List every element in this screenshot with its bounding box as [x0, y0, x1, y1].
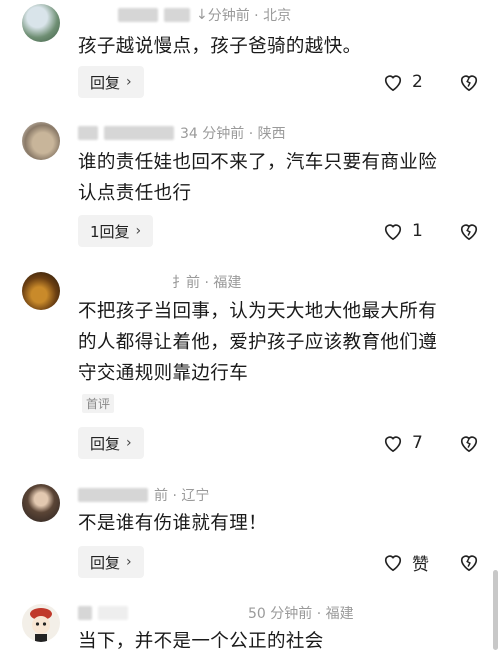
heart-outline-icon — [382, 552, 404, 572]
time-location: 34 分钟前 · 陕西 — [180, 126, 286, 142]
reply-label: 回复 — [90, 553, 121, 572]
reply-label: 1回复 — [90, 222, 130, 241]
heart-outline-icon — [382, 72, 404, 92]
comment-line: 不是谁有伤谁就有理！ — [78, 513, 268, 534]
dislike-button[interactable] — [458, 427, 480, 459]
heart-outline-icon — [382, 433, 404, 453]
comment-meta: 前 · 辽宁 — [78, 486, 209, 504]
avatar[interactable] — [22, 272, 60, 310]
dislike-button[interactable] — [458, 546, 480, 578]
avatar[interactable] — [22, 604, 60, 642]
heart-outline-icon — [382, 221, 404, 241]
time-prefix: 扌 — [172, 275, 186, 291]
avatar[interactable] — [22, 122, 60, 160]
like-count: 赞 — [412, 554, 429, 575]
chevron-right-icon: › — [135, 223, 142, 239]
chevron-right-icon: › — [126, 554, 132, 570]
username-blurred — [118, 8, 158, 22]
username-blurred — [78, 606, 92, 620]
comment-line: 孩子越说慢点，孩子爸骑的越快。 — [78, 36, 362, 57]
like-count: 7 — [412, 433, 423, 453]
broken-heart-icon — [458, 552, 480, 572]
comment-meta: ↓ 分钟前 · 北京 — [118, 6, 291, 24]
comment-meta: 50 分钟前 · 福建 — [78, 604, 354, 622]
like-button[interactable]: 赞 — [382, 546, 429, 578]
broken-heart-icon — [458, 221, 480, 241]
username-blurred — [78, 488, 148, 502]
comment-text: 不把孩子当回事，认为天大地大他最大所有 的人都得让着他，爱护孩子应该教育他们遵 … — [78, 296, 480, 389]
broken-heart-icon — [458, 72, 480, 92]
like-count: 2 — [412, 72, 423, 92]
time-location: 前 · 辽宁 — [154, 488, 210, 504]
like-button[interactable]: 7 — [382, 427, 423, 459]
comment-line: 谁的责任娃也回不来了，汽车只要有商业险 — [78, 152, 438, 173]
dislike-button[interactable] — [458, 215, 480, 247]
comment-line: 不把孩子当回事，认为天大地大他最大所有 — [78, 301, 438, 322]
reply-button[interactable]: 回复 › — [78, 66, 144, 98]
like-button[interactable]: 1 — [382, 215, 423, 247]
username-blurred — [164, 8, 190, 22]
chevron-right-icon: › — [126, 74, 132, 90]
dislike-button[interactable] — [458, 66, 480, 98]
username-blurred — [78, 126, 98, 140]
time-prefix: ↓ — [196, 7, 208, 23]
comment-text: 孩子越说慢点，孩子爸骑的越快。 — [78, 31, 480, 62]
time-location: 50 分钟前 · 福建 — [248, 606, 354, 622]
comment-meta: 扌 前 · 福建 — [172, 273, 241, 291]
reply-label: 回复 — [90, 434, 121, 453]
reply-button[interactable]: 1回复 › — [78, 215, 154, 247]
comment-line: 认点责任也行 — [78, 183, 192, 204]
username-blurred — [98, 606, 128, 620]
reply-button[interactable]: 回复 › — [78, 427, 144, 459]
comment-text: 不是谁有伤谁就有理！ — [78, 508, 480, 539]
comment-line: 的人都得让着他，爱护孩子应该教育他们遵 — [78, 332, 438, 353]
time-location: 前 · 福建 — [186, 275, 242, 291]
avatar[interactable] — [22, 4, 60, 42]
reply-label: 回复 — [90, 73, 121, 92]
comment-meta: 34 分钟前 · 陕西 — [78, 124, 286, 142]
like-count: 1 — [412, 221, 423, 241]
comment-text: 谁的责任娃也回不来了，汽车只要有商业险 认点责任也行 — [78, 147, 480, 209]
time-location: 分钟前 · 北京 — [207, 8, 292, 24]
comment-line: 当下，并不是一个公正的社会 — [78, 631, 324, 652]
chevron-right-icon: › — [126, 435, 132, 451]
broken-heart-icon — [458, 433, 480, 453]
avatar[interactable] — [22, 484, 60, 522]
like-button[interactable]: 2 — [382, 66, 423, 98]
first-comment-badge: 首评 — [82, 394, 115, 413]
scrollbar[interactable] — [493, 570, 498, 650]
comment-text: 当下，并不是一个公正的社会 — [78, 626, 480, 657]
comment-line: 守交通规则靠边行车 — [78, 363, 249, 384]
username-blurred — [104, 126, 174, 140]
reply-button[interactable]: 回复 › — [78, 546, 144, 578]
